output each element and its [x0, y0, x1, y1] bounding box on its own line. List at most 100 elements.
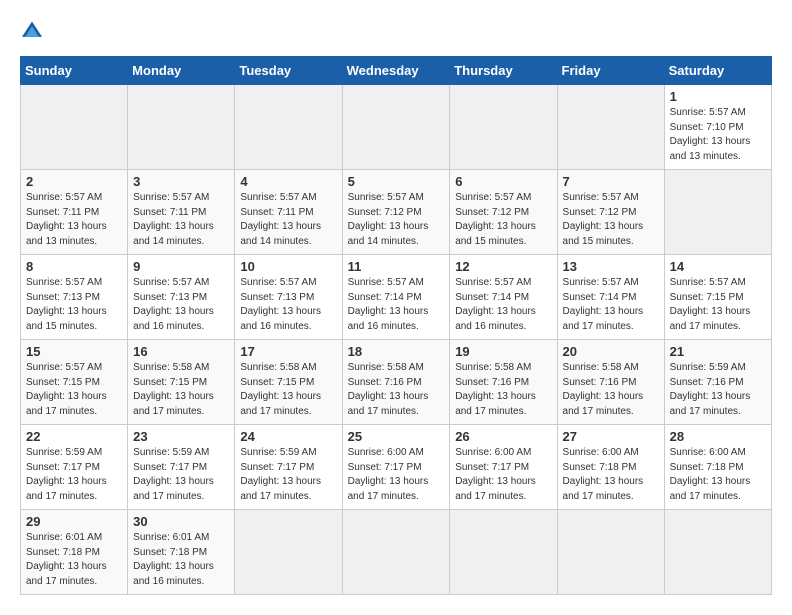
day-info: Sunrise: 5:57 AMSunset: 7:11 PMDaylight:… [240, 192, 321, 247]
day-info: Sunrise: 6:00 AMSunset: 7:17 PMDaylight:… [455, 447, 536, 502]
day-number: 28 [670, 429, 766, 444]
empty-cell [235, 510, 342, 595]
week-row-6: 29Sunrise: 6:01 AMSunset: 7:18 PMDayligh… [21, 510, 772, 595]
empty-cell [342, 510, 450, 595]
day-number: 17 [240, 344, 336, 359]
day-info: Sunrise: 5:57 AMSunset: 7:14 PMDaylight:… [348, 277, 429, 332]
day-cell-7: 7 Sunrise: 5:57 AMSunset: 7:12 PMDaylight… [557, 170, 664, 255]
day-cell-26: 26 Sunrise: 6:00 AMSunset: 7:17 PMDayligh… [450, 425, 557, 510]
day-number: 1 [670, 89, 766, 104]
empty-cell [342, 85, 450, 170]
week-row-4: 15 Sunrise: 5:57 AMSunset: 7:15 PMDayligh… [21, 340, 772, 425]
day-cell-25: 25 Sunrise: 6:00 AMSunset: 7:17 PMDayligh… [342, 425, 450, 510]
day-cell-12: 12 Sunrise: 5:57 AMSunset: 7:14 PMDayligh… [450, 255, 557, 340]
empty-cell [235, 85, 342, 170]
day-info: Sunrise: 5:58 AMSunset: 7:16 PMDaylight:… [563, 362, 644, 417]
day-cell-9: 9 Sunrise: 5:57 AMSunset: 7:13 PMDaylight… [128, 255, 235, 340]
day-number: 25 [348, 429, 445, 444]
day-cell-18: 18 Sunrise: 5:58 AMSunset: 7:16 PMDayligh… [342, 340, 450, 425]
day-cell-28: 28Sunrise: 6:00 AMSunset: 7:18 PMDayligh… [664, 425, 771, 510]
day-number: 20 [563, 344, 659, 359]
day-number: 21 [670, 344, 766, 359]
day-cell-13: 13 Sunrise: 5:57 AMSunset: 7:14 PMDayligh… [557, 255, 664, 340]
day-number: 23 [133, 429, 229, 444]
day-header-friday: Friday [557, 57, 664, 85]
day-info: Sunrise: 5:59 AMSunset: 7:17 PMDaylight:… [240, 447, 321, 502]
empty-cell [450, 85, 557, 170]
day-number: 10 [240, 259, 336, 274]
day-header-thursday: Thursday [450, 57, 557, 85]
day-number: 26 [455, 429, 551, 444]
day-info: Sunrise: 5:57 AMSunset: 7:14 PMDaylight:… [563, 277, 644, 332]
day-cell-11: 11 Sunrise: 5:57 AMSunset: 7:14 PMDayligh… [342, 255, 450, 340]
day-cell-1: 1 Sunrise: 5:57 AMSunset: 7:10 PMDaylight… [664, 85, 771, 170]
day-cell-8: 8 Sunrise: 5:57 AMSunset: 7:13 PMDaylight… [21, 255, 128, 340]
empty-cell [128, 85, 235, 170]
day-cell-21: 21Sunrise: 5:59 AMSunset: 7:16 PMDayligh… [664, 340, 771, 425]
day-cell-17: 17 Sunrise: 5:58 AMSunset: 7:15 PMDayligh… [235, 340, 342, 425]
day-number: 2 [26, 174, 122, 189]
day-info: Sunrise: 6:01 AMSunset: 7:18 PMDaylight:… [133, 532, 214, 587]
day-number: 13 [563, 259, 659, 274]
day-number: 7 [563, 174, 659, 189]
day-info: Sunrise: 5:57 AMSunset: 7:15 PMDaylight:… [26, 362, 107, 417]
day-info: Sunrise: 5:57 AMSunset: 7:10 PMDaylight:… [670, 107, 751, 162]
logo [20, 20, 52, 40]
week-row-3: 8 Sunrise: 5:57 AMSunset: 7:13 PMDaylight… [21, 255, 772, 340]
day-info: Sunrise: 5:57 AMSunset: 7:12 PMDaylight:… [455, 192, 536, 247]
week-row-2: 2 Sunrise: 5:57 AMSunset: 7:11 PMDaylight… [21, 170, 772, 255]
day-cell-5: 5 Sunrise: 5:57 AMSunset: 7:12 PMDaylight… [342, 170, 450, 255]
day-info: Sunrise: 5:57 AMSunset: 7:12 PMDaylight:… [348, 192, 429, 247]
empty-cell [664, 510, 771, 595]
day-info: Sunrise: 5:58 AMSunset: 7:16 PMDaylight:… [455, 362, 536, 417]
day-number: 9 [133, 259, 229, 274]
day-cell-4: 4Sunrise: 5:57 AMSunset: 7:11 PMDaylight… [235, 170, 342, 255]
day-info: Sunrise: 5:57 AMSunset: 7:13 PMDaylight:… [240, 277, 321, 332]
empty-cell [450, 510, 557, 595]
day-info: Sunrise: 5:58 AMSunset: 7:15 PMDaylight:… [240, 362, 321, 417]
calendar-header-row: SundayMondayTuesdayWednesdayThursdayFrid… [21, 57, 772, 85]
empty-cell [664, 170, 771, 255]
day-info: Sunrise: 5:58 AMSunset: 7:16 PMDaylight:… [348, 362, 429, 417]
day-info: Sunrise: 5:57 AMSunset: 7:11 PMDaylight:… [26, 192, 107, 247]
logo-icon [20, 20, 44, 40]
day-info: Sunrise: 5:57 AMSunset: 7:13 PMDaylight:… [26, 277, 107, 332]
day-number: 8 [26, 259, 122, 274]
week-row-5: 22Sunrise: 5:59 AMSunset: 7:17 PMDayligh… [21, 425, 772, 510]
day-header-sunday: Sunday [21, 57, 128, 85]
day-header-monday: Monday [128, 57, 235, 85]
day-number: 18 [348, 344, 445, 359]
day-info: Sunrise: 5:57 AMSunset: 7:14 PMDaylight:… [455, 277, 536, 332]
day-header-wednesday: Wednesday [342, 57, 450, 85]
day-cell-24: 24 Sunrise: 5:59 AMSunset: 7:17 PMDayligh… [235, 425, 342, 510]
day-cell-16: 16Sunrise: 5:58 AMSunset: 7:15 PMDayligh… [128, 340, 235, 425]
day-number: 5 [348, 174, 445, 189]
day-number: 30 [133, 514, 229, 529]
day-number: 19 [455, 344, 551, 359]
day-info: Sunrise: 5:59 AMSunset: 7:17 PMDaylight:… [133, 447, 214, 502]
page-header [20, 20, 772, 40]
day-info: Sunrise: 6:01 AMSunset: 7:18 PMDaylight:… [26, 532, 107, 587]
day-number: 6 [455, 174, 551, 189]
day-number: 11 [348, 259, 445, 274]
day-header-saturday: Saturday [664, 57, 771, 85]
empty-cell [21, 85, 128, 170]
day-cell-2: 2 Sunrise: 5:57 AMSunset: 7:11 PMDaylight… [21, 170, 128, 255]
day-cell-29: 29Sunrise: 6:01 AMSunset: 7:18 PMDayligh… [21, 510, 128, 595]
empty-cell [557, 510, 664, 595]
day-cell-6: 6 Sunrise: 5:57 AMSunset: 7:12 PMDaylight… [450, 170, 557, 255]
empty-cell [557, 85, 664, 170]
day-info: Sunrise: 6:00 AMSunset: 7:17 PMDaylight:… [348, 447, 429, 502]
day-info: Sunrise: 6:00 AMSunset: 7:18 PMDaylight:… [563, 447, 644, 502]
day-number: 12 [455, 259, 551, 274]
day-cell-19: 19 Sunrise: 5:58 AMSunset: 7:16 PMDayligh… [450, 340, 557, 425]
day-cell-23: 23 Sunrise: 5:59 AMSunset: 7:17 PMDayligh… [128, 425, 235, 510]
day-number: 14 [670, 259, 766, 274]
day-cell-20: 20 Sunrise: 5:58 AMSunset: 7:16 PMDayligh… [557, 340, 664, 425]
day-number: 15 [26, 344, 122, 359]
day-number: 24 [240, 429, 336, 444]
day-info: Sunrise: 5:57 AMSunset: 7:13 PMDaylight:… [133, 277, 214, 332]
day-info: Sunrise: 5:59 AMSunset: 7:17 PMDaylight:… [26, 447, 107, 502]
day-number: 27 [563, 429, 659, 444]
day-info: Sunrise: 5:57 AMSunset: 7:12 PMDaylight:… [563, 192, 644, 247]
